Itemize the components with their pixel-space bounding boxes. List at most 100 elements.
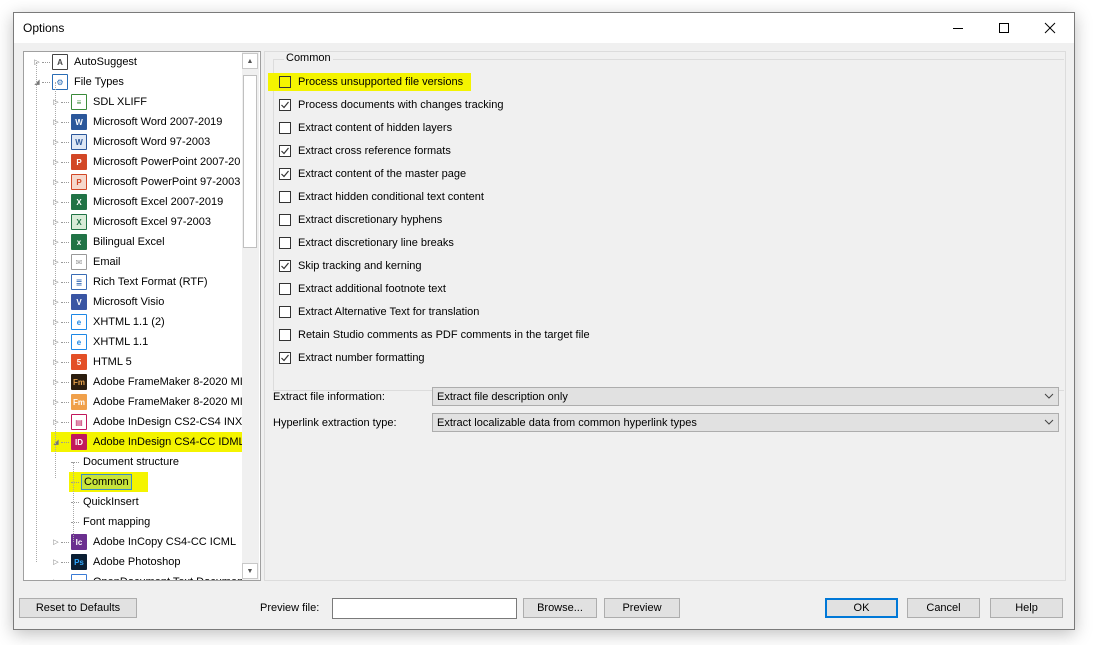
tree-item[interactable]: Document structure [69,452,181,472]
option-checkbox-row[interactable]: Extract content of the master page [279,165,466,183]
collapsed-arrow-icon[interactable]: ▷ [51,377,61,387]
tree-item[interactable]: ▷ P Microsoft PowerPoint 2007-20 [51,152,242,172]
hyperlink-select[interactable]: Extract localizable data from common hyp… [432,413,1059,432]
tree-item[interactable]: ▷ Fm Adobe FrameMaker 8-2020 MI [51,392,245,412]
collapsed-arrow-icon[interactable]: ▷ [51,277,61,287]
help-button[interactable]: Help [990,598,1063,618]
tree-item[interactable]: ▷ Fm Adobe FrameMaker 8-2020 MI [51,372,245,392]
checkbox[interactable] [279,329,291,341]
collapsed-arrow-icon[interactable]: ▷ [51,417,61,427]
tree-item[interactable]: ▷ W Microsoft Word 2007-2019 [51,112,224,132]
browse-button[interactable]: Browse... [523,598,597,618]
tree-item[interactable]: ▷ Ic Adobe InCopy CS4-CC ICML [51,532,238,552]
option-checkbox-row[interactable]: Skip tracking and kerning [279,257,422,275]
tree-item[interactable]: ▷ ◐ OpenDocument Text Document [51,572,248,580]
option-checkbox-row[interactable]: Extract content of hidden layers [279,119,452,137]
collapsed-arrow-icon[interactable]: ▷ [51,157,61,167]
option-checkbox-row[interactable]: Extract number formatting [279,349,425,367]
collapsed-arrow-icon[interactable]: ▷ [51,537,61,547]
collapsed-arrow-icon[interactable]: ▷ [32,57,42,67]
preview-button[interactable]: Preview [604,598,680,618]
maximize-button[interactable] [981,13,1027,43]
tree-item[interactable]: ▷ W Microsoft Word 97-2003 [51,132,212,152]
framemaker-icon: Fm [71,374,87,390]
tree-item[interactable]: ▷ ≣ Rich Text Format (RTF) [51,272,210,292]
checkbox[interactable] [279,306,291,318]
tree-connector [61,321,69,323]
tree-item[interactable]: ▷ P Microsoft PowerPoint 97-2003 [51,172,242,192]
option-checkbox-row[interactable]: Extract Alternative Text for translation [279,303,479,321]
ok-button[interactable]: OK [825,598,898,618]
tree-item[interactable]: QuickInsert [69,492,141,512]
checkbox[interactable] [279,168,291,180]
option-checkbox-row[interactable]: Extract hidden conditional text content [279,188,484,206]
close-button[interactable] [1027,13,1073,43]
checkbox[interactable] [279,237,291,249]
minimize-button[interactable] [935,13,981,43]
tree-item[interactable]: ◢ ID Adobe InDesign CS4-CC IDML [51,432,257,452]
tree-scrollbar[interactable]: ▲ ▼ [242,52,259,580]
tree-item[interactable]: ◢ ⚙ File Types [32,72,126,92]
tree-item[interactable]: Common [69,472,148,492]
reset-to-defaults-button[interactable]: Reset to Defaults [19,598,137,618]
checkbox[interactable] [279,352,291,364]
option-checkbox-row[interactable]: Retain Studio comments as PDF comments i… [279,326,590,344]
collapsed-arrow-icon[interactable]: ▷ [51,237,61,247]
tree-item[interactable]: ▷ ▤ Adobe InDesign CS2-CS4 INX [51,412,244,432]
tree-item[interactable]: ▷ X Microsoft Excel 97-2003 [51,212,213,232]
tree-item[interactable]: ▷ e XHTML 1.1 [51,332,150,352]
collapsed-arrow-icon[interactable]: ▷ [51,357,61,367]
preview-file-input[interactable] [332,598,517,619]
tree-item[interactable]: ▷ A AutoSuggest [32,52,139,72]
option-checkbox-row[interactable]: Extract additional footnote text [279,280,446,298]
tree-item[interactable]: Font mapping [69,512,152,532]
option-checkbox-row[interactable]: Extract cross reference formats [279,142,451,160]
scroll-thumb[interactable] [243,75,257,248]
checkbox[interactable] [279,99,291,111]
tree-item[interactable]: ▷ V Microsoft Visio [51,292,166,312]
checkbox[interactable] [279,260,291,272]
collapsed-arrow-icon[interactable]: ▷ [51,397,61,407]
collapsed-arrow-icon[interactable]: ▷ [51,117,61,127]
collapsed-arrow-icon[interactable]: ▷ [51,217,61,227]
expanded-arrow-icon[interactable]: ◢ [51,437,61,447]
tree-item[interactable]: ▷ x Bilingual Excel [51,232,167,252]
collapsed-arrow-icon[interactable]: ▷ [51,317,61,327]
collapsed-arrow-icon[interactable]: ▷ [51,337,61,347]
tree-guide-line [73,462,74,542]
tree-item-label: SDL XLIFF [93,96,147,108]
preview-file-label: Preview file: [260,602,320,614]
collapsed-arrow-icon[interactable]: ▷ [51,97,61,107]
tree-item[interactable]: ▷ e XHTML 1.1 (2) [51,312,167,332]
file-info-label: Extract file information: [273,391,385,403]
option-checkbox-row[interactable]: Extract discretionary hyphens [279,211,442,229]
checkbox[interactable] [279,283,291,295]
scroll-up-button[interactable]: ▲ [242,53,258,69]
tree-item[interactable]: ▷ ≡ SDL XLIFF [51,92,149,112]
tree-item[interactable]: ▷ X Microsoft Excel 2007-2019 [51,192,225,212]
collapsed-arrow-icon[interactable]: ▷ [51,557,61,567]
option-checkbox-row[interactable]: Process documents with changes tracking [279,96,503,114]
checkbox[interactable] [279,145,291,157]
tree-item-label: HTML 5 [93,356,132,368]
tree-item[interactable]: ▷ Ps Adobe Photoshop [51,552,182,572]
option-checkbox-row[interactable]: Extract discretionary line breaks [279,234,454,252]
tree-item[interactable]: ▷ 5 HTML 5 [51,352,134,372]
expanded-arrow-icon[interactable]: ◢ [32,77,42,87]
collapsed-arrow-icon[interactable]: ▷ [51,257,61,267]
option-checkbox-row[interactable]: Process unsupported file versions [268,73,472,91]
collapsed-arrow-icon[interactable]: ▷ [51,177,61,187]
checkbox[interactable] [279,191,291,203]
collapsed-arrow-icon[interactable]: ▷ [51,297,61,307]
checkbox[interactable] [279,214,291,226]
collapsed-arrow-icon[interactable]: ▷ [51,137,61,147]
collapsed-arrow-icon[interactable]: ▷ [51,577,61,580]
scroll-down-button[interactable]: ▼ [242,563,258,579]
file-info-select[interactable]: Extract file description only [432,387,1059,406]
checkbox[interactable] [279,76,291,88]
checkbox[interactable] [279,122,291,134]
options-tree[interactable]: ▷ A AutoSuggest ◢ ⚙ File Types ▷ ≡ SDL XLIFF ▷ W Mi… [23,51,261,581]
cancel-button[interactable]: Cancel [907,598,980,618]
collapsed-arrow-icon[interactable]: ▷ [51,197,61,207]
tree-item[interactable]: ▷ ✉ Email [51,252,123,272]
